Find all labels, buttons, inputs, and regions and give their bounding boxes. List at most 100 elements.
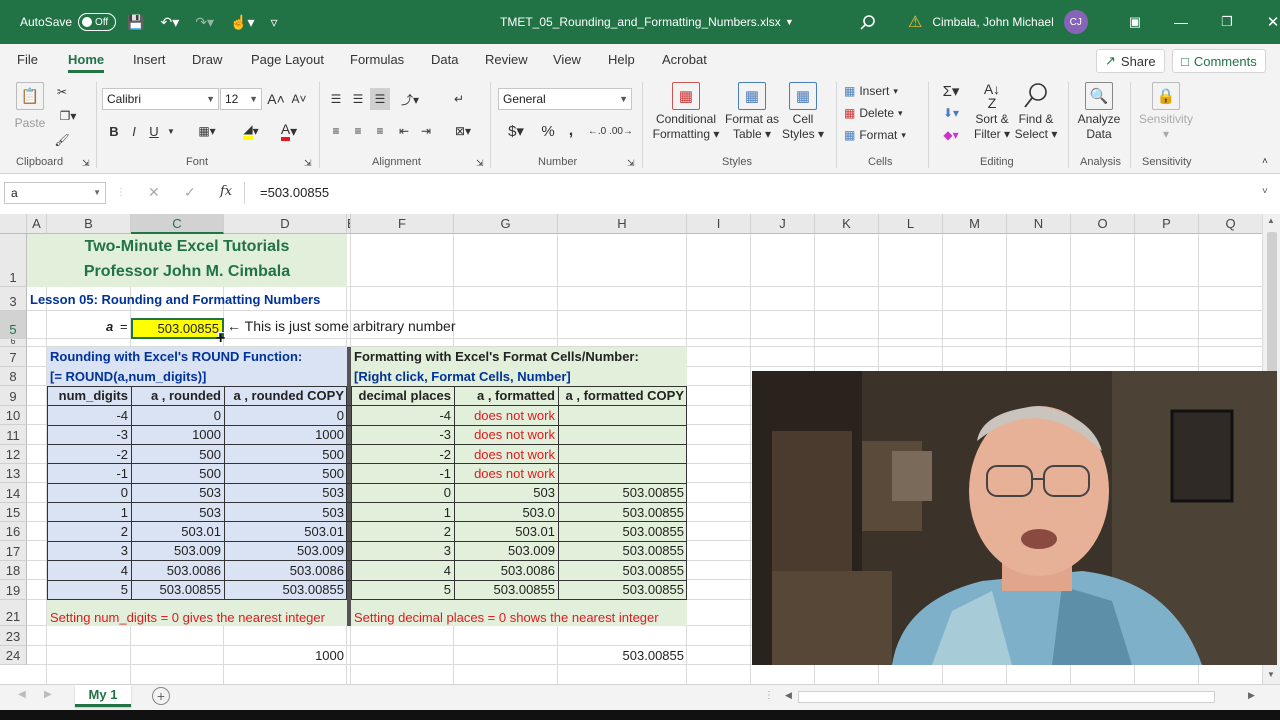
wrap-text-icon[interactable]: ↵ [448, 88, 470, 110]
tab-insert[interactable]: Insert [133, 44, 166, 76]
column-header-d[interactable]: D [224, 214, 347, 234]
autosum-icon[interactable]: Σ▾ [936, 80, 966, 102]
save-icon[interactable]: 💾 [127, 14, 144, 31]
enter-icon[interactable]: ✓ [184, 184, 196, 201]
select-all-corner[interactable] [0, 214, 27, 234]
insert-function-icon[interactable]: fx [220, 184, 232, 199]
row-header-12[interactable]: 12 [0, 445, 27, 464]
underline-button[interactable]: U [146, 120, 162, 142]
row-header-14[interactable]: 14 [0, 483, 27, 503]
insert-cells-button[interactable]: ▦ Insert ▾ [844, 80, 898, 102]
row-header-9[interactable]: 9 [0, 386, 27, 406]
scroll-down-icon[interactable]: ▼ [1267, 670, 1275, 679]
merge-center-icon[interactable]: ⊠▾ [446, 120, 480, 142]
row-header-19[interactable]: 19 [0, 580, 27, 600]
row-header-1[interactable]: 1 [0, 234, 27, 287]
tab-view[interactable]: View [553, 44, 581, 76]
column-header-g[interactable]: G [454, 214, 558, 234]
align-right-icon[interactable]: ≡ [370, 120, 390, 142]
prev-sheet-icon[interactable]: ◀ [18, 689, 26, 700]
undo-icon[interactable]: ↶▾ [160, 14, 179, 31]
decrease-font-icon[interactable]: A˅ [290, 88, 308, 110]
column-header-m[interactable]: M [943, 214, 1007, 234]
clear-icon[interactable]: ◆▾ [936, 124, 966, 146]
avatar[interactable]: CJ [1063, 10, 1088, 34]
touch-mode-icon[interactable]: ☝▾ [230, 14, 254, 31]
row-header-24[interactable]: 24 [0, 646, 27, 665]
align-center-icon[interactable]: ≡ [348, 120, 368, 142]
tab-file[interactable]: File [17, 44, 38, 76]
collapse-ribbon-icon[interactable]: ˄ [1262, 156, 1268, 167]
analyze-data-button[interactable]: 🔍 Analyze Data [1074, 82, 1124, 142]
tab-acrobat[interactable]: Acrobat [662, 44, 707, 76]
fill-icon[interactable]: ⬇▾ [936, 102, 966, 124]
borders-icon[interactable]: ▦▾ [192, 120, 222, 142]
tab-help[interactable]: Help [608, 44, 635, 76]
currency-button[interactable]: $ ▾ [502, 120, 530, 142]
row-header-18[interactable]: 18 [0, 561, 27, 580]
column-header-h[interactable]: H [558, 214, 687, 234]
ribbon-display-icon[interactable]: ▣ [1112, 14, 1158, 30]
tab-home[interactable]: Home [68, 44, 105, 76]
column-header-j[interactable]: J [751, 214, 815, 234]
column-header-p[interactable]: P [1135, 214, 1199, 234]
bold-button[interactable]: B [106, 120, 122, 142]
row-header-15[interactable]: 15 [0, 503, 27, 522]
row-header-7[interactable]: 7 [0, 347, 27, 367]
column-header-k[interactable]: K [815, 214, 879, 234]
align-middle-icon[interactable]: ☰ [348, 88, 368, 110]
row-header-6[interactable]: 6 [0, 339, 27, 347]
percent-button[interactable]: % [538, 120, 558, 142]
align-bottom-icon[interactable]: ☰ [370, 88, 390, 110]
paste-button[interactable]: 📋 Paste [12, 82, 48, 131]
conditional-formatting-button[interactable]: ▦ Conditional Formatting ▾ [648, 82, 724, 142]
vertical-scroll-thumb[interactable] [1267, 232, 1277, 372]
sheet-tab-my1[interactable]: My 1 [75, 685, 131, 707]
font-size-select[interactable]: 12 ▼ [220, 88, 262, 110]
customize-qat-icon[interactable]: ▿ [270, 14, 277, 31]
comma-button[interactable]: , [562, 120, 580, 142]
align-top-icon[interactable]: ☰ [326, 88, 346, 110]
scroll-right-icon[interactable]: ▶ [1248, 690, 1255, 701]
document-title[interactable]: TMET_05_Rounding_and_Formatting_Numbers.… [500, 0, 794, 44]
number-format-select[interactable]: General ▼ [498, 88, 632, 110]
formula-input[interactable]: =503.00855 [250, 182, 1274, 204]
increase-font-icon[interactable]: A˄ [267, 88, 285, 110]
clipboard-launcher-icon[interactable]: ⇲ [82, 158, 90, 169]
decrease-indent-icon[interactable]: ⇤ [394, 120, 414, 142]
row-header-11[interactable]: 11 [0, 425, 27, 445]
number-launcher-icon[interactable]: ⇲ [627, 158, 635, 169]
column-header-l[interactable]: L [879, 214, 943, 234]
orientation-icon[interactable]: ⤴▾ [396, 88, 424, 110]
cancel-icon[interactable]: ✕ [148, 184, 160, 201]
increase-decimal-icon[interactable]: ←.0 [586, 120, 608, 142]
row-header-17[interactable]: 17 [0, 541, 27, 561]
scroll-up-icon[interactable]: ▲ [1267, 216, 1275, 225]
row-header-21[interactable]: 21 [0, 600, 27, 626]
close-icon[interactable]: ✕ [1250, 13, 1280, 31]
format-cells-button[interactable]: ▦ Format ▾ [844, 124, 906, 146]
column-header-q[interactable]: Q [1199, 214, 1262, 234]
tab-formulas[interactable]: Formulas [350, 44, 404, 76]
search-icon[interactable] [860, 0, 876, 44]
row-header-16[interactable]: 16 [0, 522, 27, 541]
sort-filter-button[interactable]: A↓ Z Sort & Filter ▾ [972, 82, 1012, 142]
font-launcher-icon[interactable]: ⇲ [304, 158, 312, 169]
tab-page-layout[interactable]: Page Layout [251, 44, 324, 76]
autosave-toggle[interactable]: Off [78, 13, 117, 31]
a-value-cell[interactable]: 503.00855 [131, 318, 224, 339]
scroll-left-icon[interactable]: ◀ [785, 690, 792, 701]
sensitivity-button[interactable]: 🔒 Sensitivity ▾ [1136, 82, 1196, 142]
share-button[interactable]: ↗ Share [1096, 49, 1165, 73]
fill-color-icon[interactable]: ◢ ▾ [234, 120, 268, 142]
row-header-5[interactable]: 5 [0, 311, 27, 339]
row-header-3[interactable]: 3 [0, 287, 27, 311]
alignment-launcher-icon[interactable]: ⇲ [476, 158, 484, 169]
find-select-button[interactable]: Find & Select ▾ [1014, 82, 1058, 142]
add-sheet-icon[interactable]: + [152, 687, 170, 705]
column-header-a[interactable]: A [27, 214, 47, 234]
decrease-decimal-icon[interactable]: .00→ [609, 120, 633, 142]
increase-indent-icon[interactable]: ⇥ [416, 120, 436, 142]
horizontal-scroll-thumb[interactable] [798, 691, 1215, 703]
expand-formula-bar-icon[interactable]: ˅ [1262, 186, 1268, 197]
